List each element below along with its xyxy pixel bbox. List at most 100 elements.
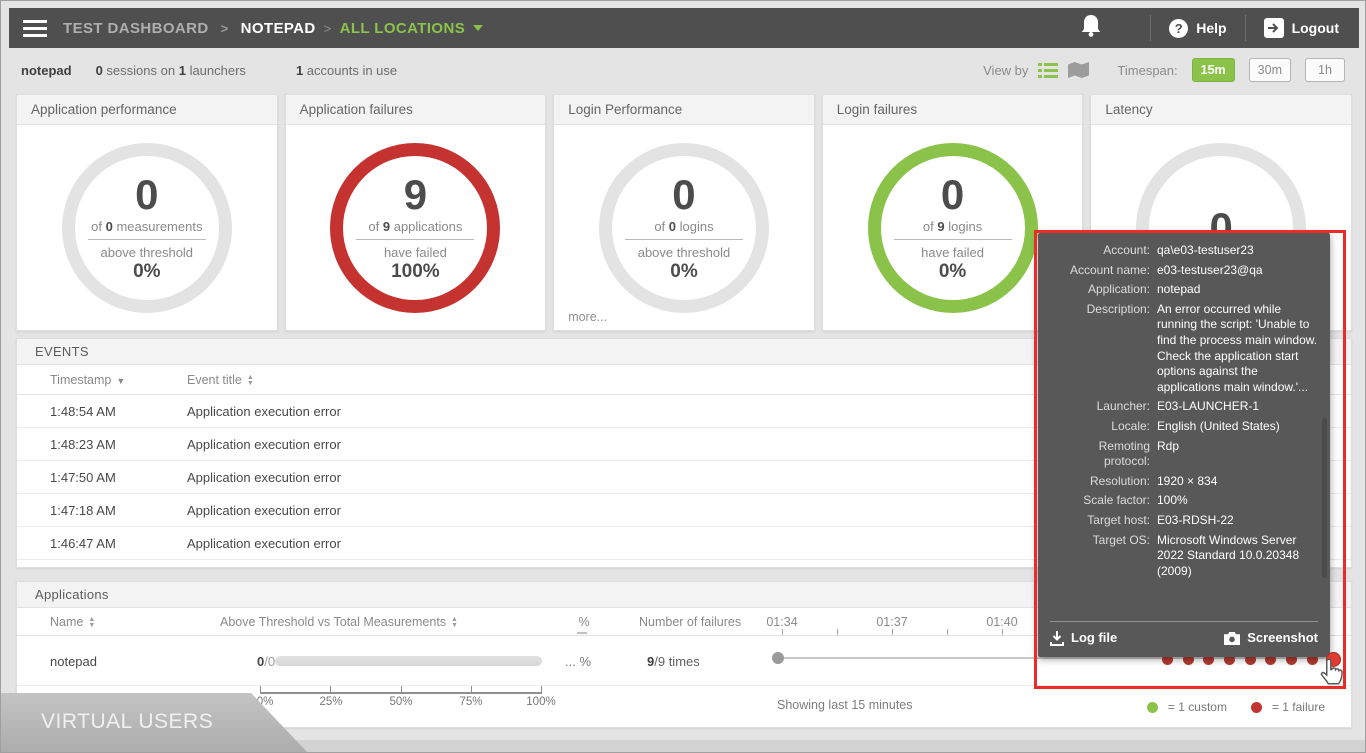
sort-desc-icon: ▼ [116, 376, 125, 386]
percent-value: ... % [565, 654, 591, 669]
map-view-icon[interactable] [1068, 62, 1089, 78]
timeline-legend: = 1 custom = 1 failure [1147, 700, 1325, 714]
percent-column-header[interactable]: % [569, 615, 599, 629]
sort-by-name[interactable]: Name▲▼ [50, 615, 95, 629]
hamburger-menu-icon[interactable] [23, 16, 47, 41]
dashboard-viewport: TEST DASHBOARD > NOTEPAD > ALL LOCATIONS… [0, 0, 1366, 753]
sort-by-event-title[interactable]: Event title▲▼ [187, 373, 254, 387]
axis-tick [401, 686, 402, 692]
timespan-15m-button[interactable]: 15m [1192, 58, 1235, 82]
axis-tick [260, 686, 261, 692]
measurement-ratio: 0/0 [257, 654, 275, 669]
gauge-ring-green: 0 of 9 logins have failed 0% [868, 143, 1038, 313]
virtual-users-title: VIRTUAL USERS [41, 710, 213, 734]
gauge-value: 0 [77, 173, 217, 217]
application-name: notepad [50, 654, 97, 669]
divider [1245, 15, 1246, 41]
top-bar: TEST DASHBOARD > NOTEPAD > ALL LOCATIONS… [9, 8, 1359, 48]
failure-count: 9/9 times [647, 654, 700, 669]
tooltip-label: Account: [1050, 243, 1150, 259]
app-name-label: notepad [21, 63, 72, 78]
tooltip-scrollbar[interactable] [1322, 418, 1327, 578]
tooltip-label: Scale factor: [1050, 493, 1150, 509]
card-title: Login failures [823, 95, 1083, 125]
measurement-progress-bar [275, 656, 542, 666]
percent-axis [260, 692, 542, 694]
axis-label: 75% [453, 696, 489, 708]
breadcrumb-app[interactable]: NOTEPAD [241, 20, 316, 37]
tooltip-footer: Log file Screenshot [1050, 621, 1318, 649]
gauge-subtitle: of 9 logins [883, 219, 1023, 234]
log-file-button[interactable]: Log file [1050, 630, 1117, 647]
tooltip-value: qa\e03-testuser23 [1157, 243, 1318, 259]
legend-custom-dot [1147, 702, 1158, 713]
help-icon: ? [1169, 19, 1188, 38]
tooltip-label: Application: [1050, 282, 1150, 298]
sort-icon: ▲▼ [88, 617, 95, 629]
sort-icon: ▲▼ [451, 617, 458, 629]
gauge-subtitle: of 0 logins [614, 219, 754, 234]
screenshot-button[interactable]: Screenshot [1224, 630, 1318, 647]
card-title: Latency [1091, 95, 1351, 125]
tooltip-label: Locale: [1050, 419, 1150, 435]
divider [1150, 15, 1151, 41]
view-controls: View by Timespan: 15m 30m 1h [983, 58, 1345, 82]
tooltip-value: E03-LAUNCHER-1 [1157, 399, 1318, 415]
timeline-tick [892, 629, 893, 635]
log-file-label: Log file [1071, 630, 1117, 647]
camera-icon [1224, 632, 1240, 645]
breadcrumb-separator: > [221, 21, 229, 36]
gauge-value: 0 [614, 173, 754, 217]
timespan-30m-button[interactable]: 30m [1249, 58, 1291, 82]
timeline-tick [782, 629, 783, 635]
gauge-ring-gray: 0 of 0 logins above threshold 0% [599, 143, 769, 313]
timespan-1h-button[interactable]: 1h [1305, 58, 1345, 82]
gauge-caption: have failed [345, 245, 485, 260]
gauge-percent: 100% [345, 261, 485, 283]
axis-label: 25% [313, 696, 349, 708]
tooltip-label: Remoting protocol: [1050, 439, 1150, 470]
gauge-value: 9 [345, 173, 485, 217]
help-button[interactable]: ? Help [1169, 19, 1226, 38]
gauge-ring-gray: 0 of 0 measurements above threshold 0% [62, 143, 232, 313]
breadcrumb: TEST DASHBOARD > NOTEPAD > ALL LOCATIONS [63, 20, 483, 37]
axis-label: 100% [523, 696, 559, 708]
chevron-down-icon [473, 25, 483, 31]
timeline-tick [837, 629, 838, 635]
tooltip-value: 100% [1157, 493, 1318, 509]
tooltip-label: Target OS: [1050, 533, 1150, 580]
axis-label: 50% [383, 696, 419, 708]
card-title: Application performance [17, 95, 277, 125]
timeline-tick [947, 629, 948, 635]
legend-custom-label: = 1 custom [1168, 700, 1227, 714]
failures-column-header: Number of failures [639, 615, 741, 629]
tooltip-label: Description: [1050, 302, 1150, 396]
list-view-icon[interactable] [1038, 63, 1058, 78]
tooltip-detail-grid: Account:qa\e03-testuser23 Account name:e… [1050, 243, 1318, 579]
tooltip-label: Account name: [1050, 263, 1150, 279]
card-login-performance: Login Performance 0 of 0 logins above th… [553, 94, 815, 331]
card-application-failures: Application failures 9 of 9 applications… [285, 94, 547, 331]
card-application-performance: Application performance 0 of 0 measureme… [16, 94, 278, 331]
timeline-label: 01:40 [980, 615, 1024, 629]
breadcrumb-location-dropdown[interactable]: ALL LOCATIONS [340, 20, 483, 37]
tooltip-value: E03-RDSH-22 [1157, 513, 1318, 529]
breadcrumb-root[interactable]: TEST DASHBOARD [63, 20, 209, 37]
timeline-start-dot [772, 652, 784, 664]
legend-failure-dot [1251, 702, 1262, 713]
tooltip-value: Microsoft Windows Server 2022 Standard 1… [1157, 533, 1318, 580]
legend-failure-label: = 1 failure [1272, 700, 1325, 714]
axis-tick [541, 686, 542, 692]
gauge-percent: 0% [614, 261, 754, 283]
sessions-summary: 0 sessions on 1 launchers [96, 63, 246, 78]
logout-label: Logout [1292, 20, 1339, 36]
more-link[interactable]: more... [568, 310, 607, 324]
sort-by-timestamp[interactable]: Timestamp▼ [50, 373, 125, 387]
notification-bell-icon[interactable] [1080, 14, 1128, 42]
cursor-hand-icon [1319, 657, 1345, 692]
logout-button[interactable]: Logout [1264, 18, 1339, 38]
tooltip-label: Resolution: [1050, 474, 1150, 490]
sort-by-measurements[interactable]: Above Threshold vs Total Measurements▲▼ [220, 615, 458, 629]
sort-indicator [577, 632, 587, 634]
timeline-tick [1002, 629, 1003, 635]
